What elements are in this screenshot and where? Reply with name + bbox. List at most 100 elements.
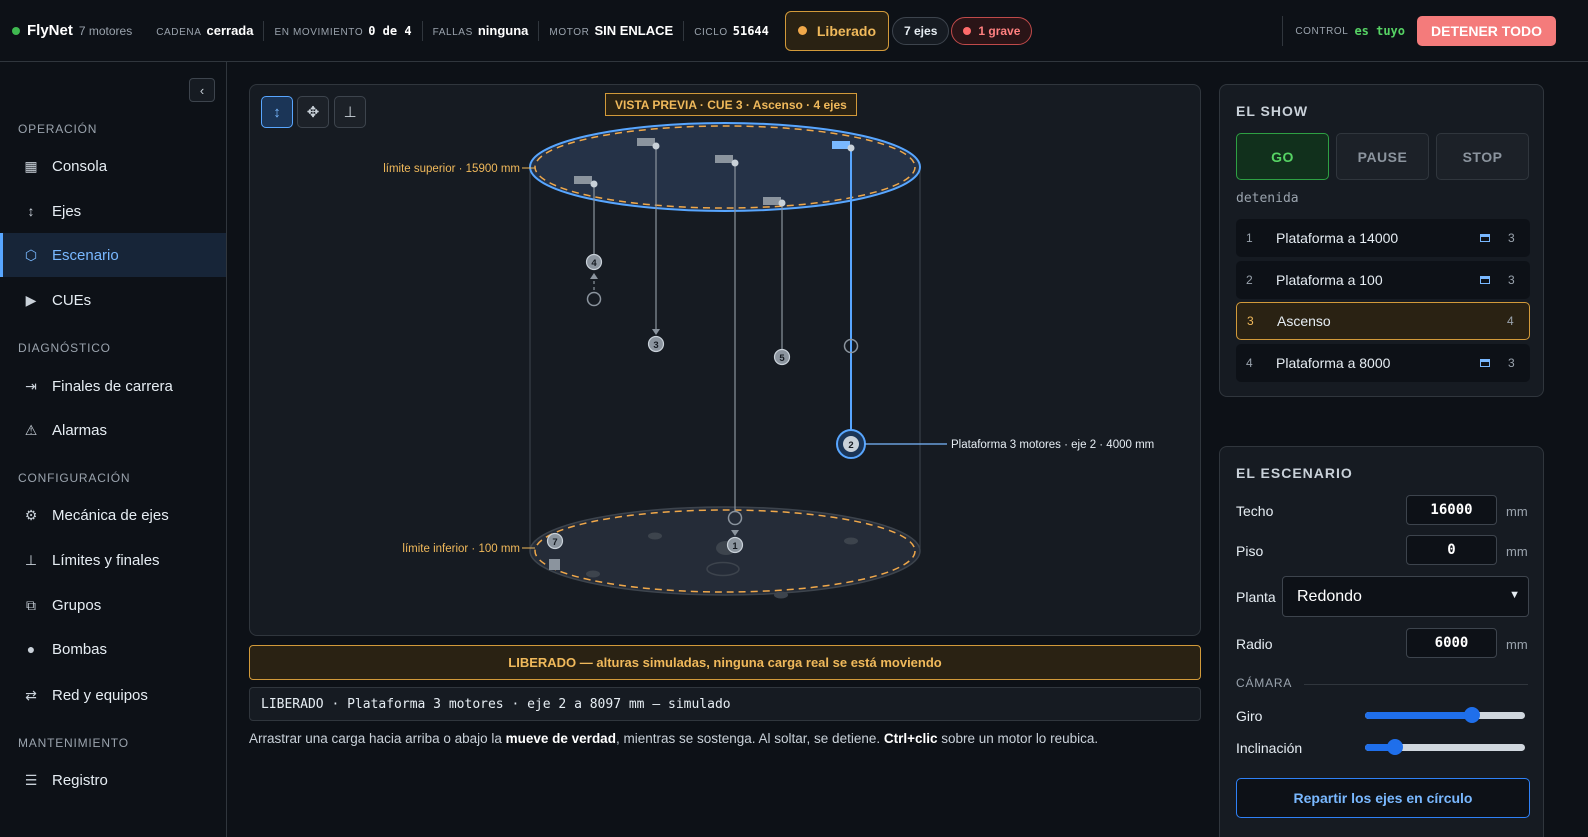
sidebar-item-label: Consola [52,157,108,175]
load-marker-5[interactable]: 5 [773,348,791,366]
cue-number: 4 [1246,356,1253,370]
stat-movimiento: En movimiento 0 de 4 [263,20,421,41]
cue-row[interactable]: 4 Plataforma a 8000 3 [1236,344,1530,382]
spread-axes-button[interactable]: Repartir los ejes en círculo [1236,778,1530,818]
cue-row[interactable]: 1 Plataforma a 14000 3 [1236,219,1530,257]
axis-number: 1 [732,541,738,552]
sidebar-item-label: Finales de carrera [52,377,173,395]
vertical-move-icon[interactable]: ↕ [261,96,293,128]
sidebar-item-limites[interactable]: ⊥ Límites y finales [0,538,226,582]
stop-all-button[interactable]: DETENER TODO [1417,16,1556,46]
chevron-down-icon: ▼ [1509,589,1520,601]
cue-number: 1 [1246,231,1253,245]
sidebar-item-red[interactable]: ⇄ Red y equipos [0,673,226,717]
inclinacion-slider[interactable] [1365,739,1525,755]
unit-label: mm [1506,504,1528,519]
cue-name: Plataforma a 100 [1276,272,1383,288]
show-state: detenida [1236,191,1299,206]
radio-input[interactable]: 6000 [1406,628,1497,658]
ball-icon: ● [26,641,36,657]
planta-value: Redondo [1297,587,1362,605]
planta-label: Planta [1236,589,1276,605]
cue-number: 2 [1246,273,1253,287]
preview-tag: VISTA PREVIA · CUE 3 · Ascenso · 4 ejes [605,93,857,116]
load-marker-4[interactable]: 4 [585,253,603,271]
sidebar-item-label: Bombas [52,640,108,658]
sidebar-item-bombas[interactable]: ● Bombas [0,627,226,671]
slider-thumb[interactable] [1387,739,1404,755]
pause-button[interactable]: PAUSE [1336,133,1429,180]
cue-name: Plataforma a 8000 [1276,355,1391,371]
swap-arrows-icon: ⇄ [25,686,37,703]
sidebar-item-escenario[interactable]: ⬡ Escenario [0,233,226,277]
lower-limit-label: límite inferior · 100 mm [402,543,520,555]
stage-viewport[interactable]: 4 3 5 1 7 2 Plataforma 3 motores · eje 2… [249,84,1201,636]
load-marker-1[interactable]: 1 [726,536,744,554]
sidebar-item-registro[interactable]: ☰ Registro [0,758,226,802]
section-title-diagnostico: Diagnóstico [18,341,111,355]
sidebar-item-mecanica[interactable]: ⚙ Mecánica de ejes [0,493,226,537]
load-marker-2-selected[interactable]: 2 [836,429,866,459]
section-title-operacion: Operación [18,122,98,136]
cue-axis-count: 3 [1508,231,1515,245]
released-dot [797,26,807,35]
divider [1282,16,1284,46]
status-dot [12,26,20,35]
section-title-mantenimiento: Mantenimiento [18,736,129,750]
stop-button[interactable]: STOP [1436,133,1529,180]
techo-input[interactable]: 16000 [1406,495,1497,525]
stat-ciclo: Ciclo 51644 [683,20,779,41]
move-all-icon[interactable]: ✥ [297,96,329,128]
stat-key: En movimiento [274,26,364,38]
motor-count: 7 motores [78,23,133,38]
floor-shadow [586,570,600,578]
list-icon: ☰ [24,771,38,788]
cue-number: 3 [1247,314,1254,328]
sidebar-item-ejes[interactable]: ↕ Ejes [0,189,226,233]
go-button[interactable]: GO [1236,133,1329,180]
load-marker-3[interactable]: 3 [647,335,665,353]
platform-icon [1480,359,1490,367]
sidebar-item-grupos[interactable]: ⧉ Grupos [0,583,226,627]
giro-slider[interactable] [1365,707,1525,723]
slider-thumb[interactable] [1464,707,1481,723]
grid-icon: ▦ [24,157,38,174]
group-icon: ⧉ [26,596,36,613]
camera-title: Cámara [1236,676,1293,690]
sidebar-item-label: Grupos [52,596,102,614]
sidebar-item-alarmas[interactable]: ⚠ Alarmas [0,408,226,452]
axes-badge[interactable]: 7 ejes [892,16,950,45]
stat-key: Motor [549,26,590,38]
selected-load-label: Plataforma 3 motores · eje 2 · 4000 mm [951,439,1154,451]
hint-text: Arrastrar una carga hacia arriba o abajo… [249,731,506,746]
piso-input[interactable]: 0 [1406,535,1497,565]
top-bar: FlyNet 7 motores Cadena cerrada En movimi… [0,0,1588,62]
cue-row[interactable]: 2 Plataforma a 100 3 [1236,261,1530,299]
control-area: CONTROL es tuyo DETENER TODO [1282,16,1556,46]
fault-dot [963,26,972,35]
fault-label: 1 grave [978,23,1021,38]
hexagon-icon: ⬡ [24,246,38,263]
stage-3d-view[interactable]: 4 3 5 1 7 2 Plataforma 3 motores · eje 2… [250,85,1200,635]
show-panel: EL SHOW GO PAUSE STOP detenida 1 Platafor… [1219,84,1544,397]
fault-badge[interactable]: 1 grave [951,16,1033,45]
chevron-left-icon[interactable]: ‹ [189,78,215,102]
sidebar-item-cues[interactable]: ▶ CUEs [0,278,226,322]
stage-panel: EL ESCENARIO Techo 16000 mm Piso 0 mm Pl… [1219,446,1544,837]
sidebar-item-consola[interactable]: ▦ Consola [0,144,226,188]
panel-title: EL ESCENARIO [1236,465,1353,481]
limit-tool-icon[interactable]: ⊥ [334,96,366,128]
sidebar: ‹ Operación ▦ Consola ↕ Ejes ⬡ Escenario ▶ C… [0,62,227,837]
planta-select[interactable]: Redondo ▼ [1282,576,1529,617]
axis-number: 2 [848,440,853,451]
unit-label: mm [1506,637,1528,652]
released-badge[interactable]: Liberado [784,10,889,51]
stat-value: 51644 [732,23,769,38]
axis-number: 3 [653,340,658,351]
sidebar-item-label: Alarmas [52,421,108,439]
cue-row-active[interactable]: 3 Ascenso 4 [1236,302,1530,340]
cue-axis-count: 3 [1508,273,1515,287]
control-value: es tuyo [1354,24,1406,38]
floor-shadow [844,537,858,545]
sidebar-item-finales[interactable]: ⇥ Finales de carrera [0,364,226,408]
